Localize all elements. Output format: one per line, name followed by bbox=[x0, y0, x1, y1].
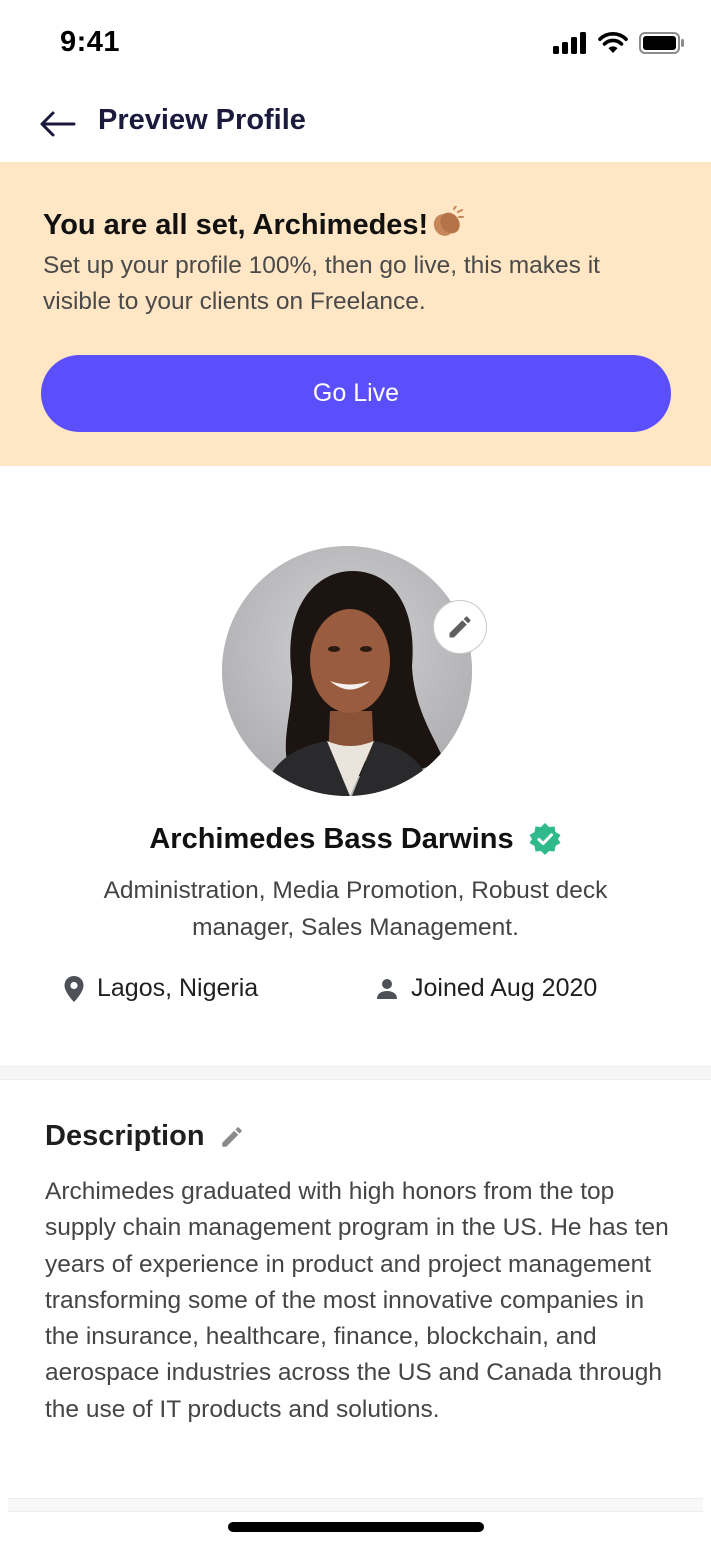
user-icon bbox=[377, 978, 397, 999]
joined-text: Joined Aug 2020 bbox=[411, 974, 598, 1002]
signal-icon bbox=[553, 32, 586, 54]
description-header: Description bbox=[45, 1120, 245, 1153]
verified-badge-icon bbox=[529, 823, 561, 855]
home-indicator bbox=[228, 1522, 484, 1532]
profile-name: Archimedes Bass Darwins bbox=[149, 822, 514, 855]
description-body: Archimedes graduated with high honors fr… bbox=[45, 1178, 669, 1423]
top-app-bar: Preview Profile bbox=[0, 88, 711, 162]
page-title: Preview Profile bbox=[98, 104, 306, 136]
description-title: Description bbox=[45, 1120, 205, 1152]
profile-skills: Administration, Media Promotion, Robust … bbox=[103, 877, 608, 941]
profile-photo bbox=[222, 546, 472, 796]
section-divider bbox=[0, 1066, 711, 1080]
avatar-container bbox=[222, 546, 487, 796]
arrow-left-icon bbox=[40, 111, 76, 137]
edit-avatar-button[interactable] bbox=[433, 600, 487, 654]
battery-icon bbox=[639, 32, 684, 54]
pencil-icon[interactable] bbox=[219, 1124, 245, 1150]
pencil-icon bbox=[449, 616, 471, 638]
section-divider bbox=[8, 1498, 703, 1512]
location-text: Lagos, Nigeria bbox=[97, 974, 259, 1002]
map-pin-icon bbox=[64, 975, 84, 1002]
go-live-button[interactable]: Go Live bbox=[41, 355, 671, 432]
status-icons bbox=[553, 31, 685, 55]
status-bar: 9:41 bbox=[0, 0, 711, 88]
status-time: 9:41 bbox=[60, 26, 121, 58]
banner-title: You are all set, Archimedes! bbox=[43, 209, 429, 241]
back-button[interactable] bbox=[38, 106, 78, 142]
wifi-icon bbox=[598, 32, 628, 53]
banner-text: Set up your profile 100%, then go live, … bbox=[43, 252, 600, 315]
joined-date: Joined Aug 2020 bbox=[375, 974, 597, 1003]
clapping-hands-icon bbox=[434, 205, 465, 236]
avatar bbox=[222, 546, 472, 796]
name-row: Archimedes Bass Darwins bbox=[0, 822, 711, 856]
location: Lagos, Nigeria bbox=[63, 974, 258, 1003]
go-live-banner: You are all set, Archimedes! Set up your… bbox=[0, 162, 711, 466]
banner-title-row: You are all set, Archimedes! bbox=[43, 205, 465, 242]
